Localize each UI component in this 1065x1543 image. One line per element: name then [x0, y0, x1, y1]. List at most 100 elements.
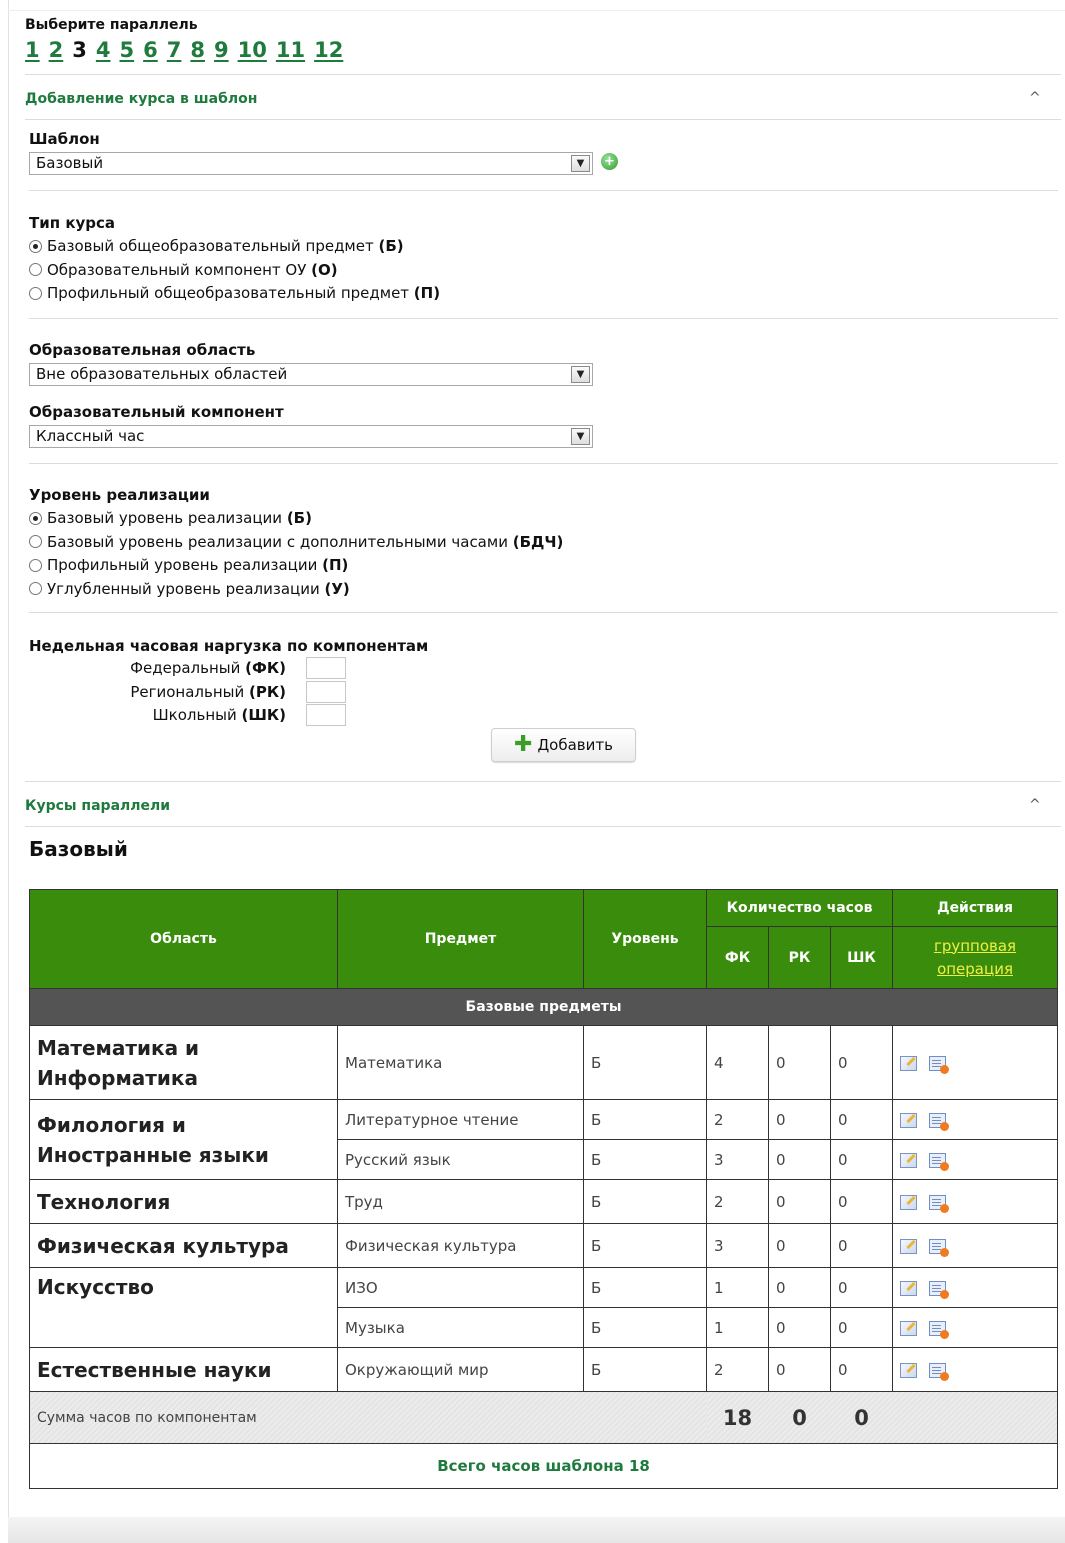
- chevron-down-icon[interactable]: ▼: [571, 428, 590, 445]
- edit-icon[interactable]: [900, 1239, 918, 1254]
- cell-rk: 0: [768, 1179, 831, 1224]
- group-operation-link-line2[interactable]: операция: [937, 960, 1013, 978]
- load-input[interactable]: [306, 657, 346, 679]
- total-row: Всего часов шаблона 18: [28, 1443, 1059, 1489]
- cell-subject: Физическая культура: [337, 1223, 584, 1268]
- level-option[interactable]: Профильный уровень реализации (П): [29, 556, 348, 574]
- load-input[interactable]: [306, 704, 346, 726]
- load-row-code: (ФК): [245, 659, 286, 677]
- edu-component-label: Образовательный компонент: [29, 403, 284, 421]
- level-option-code: (Б): [286, 509, 312, 527]
- radio-button[interactable]: [29, 286, 42, 300]
- load-row-code: (ШК): [241, 706, 286, 724]
- total-hours: Всего часов шаблона 18: [28, 1443, 1059, 1489]
- edit-icon[interactable]: [900, 1113, 918, 1128]
- cell-rk: 0: [768, 1347, 831, 1392]
- course-type-option[interactable]: Базовый общеобразовательный предмет (Б): [29, 237, 404, 255]
- cell-level: Б: [583, 1347, 707, 1392]
- collapse-icon[interactable]: ^: [1029, 797, 1041, 813]
- template-select[interactable]: Базовый ▼: [29, 152, 593, 175]
- edit-icon[interactable]: [900, 1281, 918, 1296]
- cell-fk: 3: [706, 1139, 769, 1180]
- load-input[interactable]: [306, 680, 346, 703]
- divider: [29, 318, 1058, 319]
- table-row: Естественные науки Окружающий мир Б 2 0 0: [29, 1347, 1059, 1392]
- radio-button[interactable]: [29, 582, 42, 595]
- courses-section-title[interactable]: Курсы параллели: [25, 798, 170, 814]
- radio-button[interactable]: [29, 558, 42, 572]
- course-type-option-code: (Б): [378, 237, 404, 255]
- cell-rk: 0: [768, 1025, 831, 1100]
- row-actions: [892, 1025, 1059, 1100]
- edit-icon[interactable]: [900, 1363, 918, 1378]
- row-actions: [892, 1139, 1059, 1180]
- add-course-section-title[interactable]: Добавление курса в шаблон: [25, 91, 257, 107]
- cell-shk: 0: [829, 1223, 894, 1268]
- course-type-option[interactable]: Профильный общеобразовательный предмет (…: [29, 284, 440, 302]
- add-template-icon[interactable]: +: [601, 153, 618, 170]
- parallel-link-8[interactable]: 8: [190, 38, 205, 62]
- level-option-code: (П): [322, 556, 349, 574]
- cell-fk: 1: [706, 1267, 769, 1308]
- sum-label: Сумма часов по компонентам: [29, 1391, 707, 1444]
- level-option[interactable]: Углубленный уровень реализации (У): [29, 580, 350, 598]
- edit-icon[interactable]: [900, 1195, 918, 1210]
- edit-icon[interactable]: [900, 1056, 918, 1071]
- template-select-value: Базовый: [36, 154, 104, 172]
- level-option[interactable]: Базовый уровень реализации с дополнитель…: [29, 533, 563, 551]
- edu-area-select[interactable]: Вне образовательных областей ▼: [29, 363, 593, 386]
- chevron-down-icon[interactable]: ▼: [571, 155, 590, 172]
- delete-icon[interactable]: [929, 1281, 950, 1299]
- cell-level: Б: [583, 1223, 707, 1268]
- cell-level: Б: [583, 1099, 707, 1140]
- delete-icon[interactable]: [929, 1113, 950, 1131]
- cell-rk: 0: [768, 1267, 831, 1308]
- cell-shk: 0: [829, 1267, 894, 1308]
- delete-icon[interactable]: [929, 1153, 950, 1171]
- delete-icon[interactable]: [929, 1363, 950, 1381]
- cell-shk: 0: [829, 1139, 894, 1180]
- chevron-down-icon[interactable]: ▼: [571, 366, 590, 383]
- edit-icon[interactable]: [900, 1153, 918, 1168]
- cell-shk: 0: [829, 1307, 894, 1348]
- parallel-link-2[interactable]: 2: [49, 38, 64, 62]
- parallel-link-5[interactable]: 5: [120, 38, 135, 62]
- col-header-fk: ФК: [706, 926, 769, 989]
- group-operation-link-line1[interactable]: групповая: [934, 937, 1016, 955]
- edit-icon[interactable]: [900, 1321, 918, 1336]
- delete-icon[interactable]: [929, 1321, 950, 1339]
- parallel-link-11[interactable]: 11: [276, 38, 305, 62]
- delete-icon[interactable]: [929, 1195, 950, 1213]
- parallel-link-7[interactable]: 7: [167, 38, 182, 62]
- add-button[interactable]: ✚ Добавить: [491, 728, 636, 762]
- level-option[interactable]: Базовый уровень реализации (Б): [29, 509, 312, 527]
- radio-button[interactable]: [29, 263, 42, 276]
- weekly-load-label: Недельная часовая наргузка по компонента…: [29, 637, 429, 655]
- row-actions: [892, 1223, 1059, 1268]
- table-row: Искусство ИЗО Б 1 0 0: [29, 1267, 1059, 1348]
- parallel-link-4[interactable]: 4: [96, 38, 111, 62]
- area-name: Искусство: [29, 1267, 338, 1348]
- delete-icon[interactable]: [929, 1056, 950, 1074]
- delete-icon[interactable]: [929, 1239, 950, 1257]
- cell-subject: Музыка: [337, 1307, 584, 1348]
- radio-button[interactable]: [29, 511, 42, 525]
- group-operation-link[interactable]: групповая операция: [892, 926, 1059, 989]
- edu-component-select[interactable]: Классный час ▼: [29, 425, 593, 448]
- plus-icon: ✚: [514, 732, 533, 757]
- table-row: Физическая культура Физическая культура Б 3…: [29, 1223, 1059, 1268]
- divider: [25, 826, 1061, 827]
- cell-subject: Литературное чтение: [337, 1099, 584, 1140]
- radio-button[interactable]: [29, 239, 42, 253]
- course-type-option[interactable]: Образовательный компонент ОУ (О): [29, 261, 338, 279]
- parallel-link-1[interactable]: 1: [25, 38, 40, 62]
- cell-fk: 3: [706, 1223, 769, 1268]
- parallel-link-6[interactable]: 6: [143, 38, 158, 62]
- parallel-link-9[interactable]: 9: [214, 38, 229, 62]
- divider: [25, 119, 1061, 120]
- radio-button[interactable]: [29, 535, 42, 548]
- parallel-link-10[interactable]: 10: [238, 38, 267, 62]
- collapse-icon[interactable]: ^: [1029, 90, 1041, 106]
- course-type-option-code: (П): [413, 284, 441, 302]
- parallel-link-12[interactable]: 12: [314, 38, 343, 62]
